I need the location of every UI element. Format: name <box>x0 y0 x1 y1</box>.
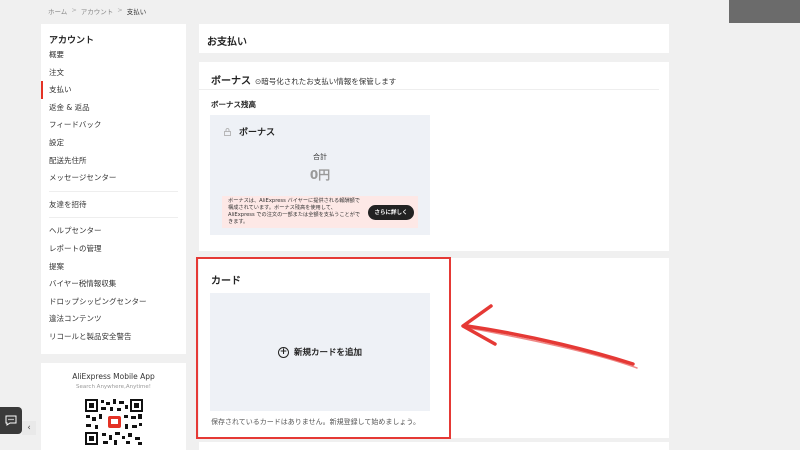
sidebar-title: アカウント <box>49 36 95 46</box>
encryption-note: ⊙暗号化されたお支払い情報を保管します <box>255 77 397 86</box>
breadcrumb: ホーム > アカウント > 支払い <box>48 6 146 16</box>
bonus-card: ボーナス 合計 0円 ボーナスは、AliExpress バイヤーに提供される報酬… <box>210 115 430 235</box>
bonus-balance-label: ボーナス残高 <box>211 100 256 109</box>
sidebar-item-settings[interactable]: 設定 <box>41 134 186 152</box>
next-section-panel <box>199 442 669 450</box>
pointer-arrow-icon <box>461 304 638 369</box>
sidebar-group-main: 概要 注文 支払い 返金 & 返品 フィードバック 設定 配送先住所 メッセージ… <box>41 46 186 187</box>
sidebar-item-overview[interactable]: 概要 <box>41 46 186 64</box>
qr-code-icon <box>83 398 144 446</box>
sidebar-item-invite[interactable]: 友達を招待 <box>41 196 186 214</box>
breadcrumb-account[interactable]: アカウント <box>81 6 114 16</box>
sidebar-item-messages[interactable]: メッセージセンター <box>41 169 186 187</box>
collapse-chevron-icon[interactable]: ‹ <box>22 421 36 435</box>
breadcrumb-home[interactable]: ホーム <box>48 6 67 16</box>
app-subtitle: Search Anywhere,Anytime! <box>76 384 151 390</box>
page-title-panel: お支払い <box>199 24 669 53</box>
chat-button[interactable] <box>0 407 22 434</box>
sidebar-item-help[interactable]: ヘルプセンター <box>41 222 186 240</box>
total-label: 合計 <box>313 153 327 161</box>
sidebar-group-invite: 友達を招待 <box>41 196 186 214</box>
bonus-heading: ボーナス <box>211 76 251 87</box>
page-title: お支払い <box>207 37 247 48</box>
bonus-info-text: ボーナスは、AliExpress バイヤーに提供される報酬額で構成されています。… <box>228 197 361 226</box>
account-sidebar: アカウント 概要 注文 支払い 返金 & 返品 フィードバック 設定 配送先住所… <box>41 24 186 354</box>
highlight-box <box>196 257 451 439</box>
corner-overlay <box>729 0 800 23</box>
sidebar-item-tax[interactable]: バイヤー税情報収集 <box>41 275 186 293</box>
sidebar-group-help: ヘルプセンター レポートの管理 提案 バイヤー税情報収集 ドロップシッピングセン… <box>41 222 186 345</box>
sidebar-item-suggestions[interactable]: 提案 <box>41 258 186 276</box>
bonus-card-label: ボーナス <box>239 128 276 138</box>
sidebar-item-illegal-content[interactable]: 違法コンテンツ <box>41 310 186 328</box>
sidebar-item-dropshipping[interactable]: ドロップシッピングセンター <box>41 293 186 311</box>
sidebar-item-reports[interactable]: レポートの管理 <box>41 240 186 258</box>
bonus-section: ボーナス ⊙暗号化されたお支払い情報を保管します ボーナス残高 ボーナス 合計 … <box>199 62 669 251</box>
breadcrumb-separator: > <box>71 6 77 14</box>
sidebar-item-recalls[interactable]: リコールと製品安全警告 <box>41 328 186 346</box>
sidebar-item-addresses[interactable]: 配送先住所 <box>41 152 186 170</box>
learn-more-button[interactable]: さらに詳しく <box>368 204 414 220</box>
bonus-card-header: ボーナス <box>210 115 430 138</box>
mobile-app-promo: AliExpress Mobile App Search Anywhere,An… <box>41 363 186 450</box>
sidebar-item-feedback[interactable]: フィードバック <box>41 116 186 134</box>
lock-icon <box>224 127 231 136</box>
breadcrumb-current: 支払い <box>126 8 147 16</box>
bonus-amount: 0円 <box>309 168 331 182</box>
sidebar-divider <box>49 190 178 192</box>
breadcrumb-separator: > <box>117 6 123 14</box>
sidebar-item-refunds[interactable]: 返金 & 返品 <box>41 99 186 117</box>
sidebar-item-orders[interactable]: 注文 <box>41 64 186 82</box>
bonus-header: ボーナス ⊙暗号化されたお支払い情報を保管します <box>199 62 659 90</box>
app-title: AliExpress Mobile App <box>72 372 155 381</box>
chat-icon <box>5 415 17 426</box>
sidebar-item-payment[interactable]: 支払い <box>41 81 186 99</box>
bonus-info-banner: ボーナスは、AliExpress バイヤーに提供される報酬額で構成されています。… <box>222 196 418 228</box>
sidebar-divider <box>49 217 178 219</box>
